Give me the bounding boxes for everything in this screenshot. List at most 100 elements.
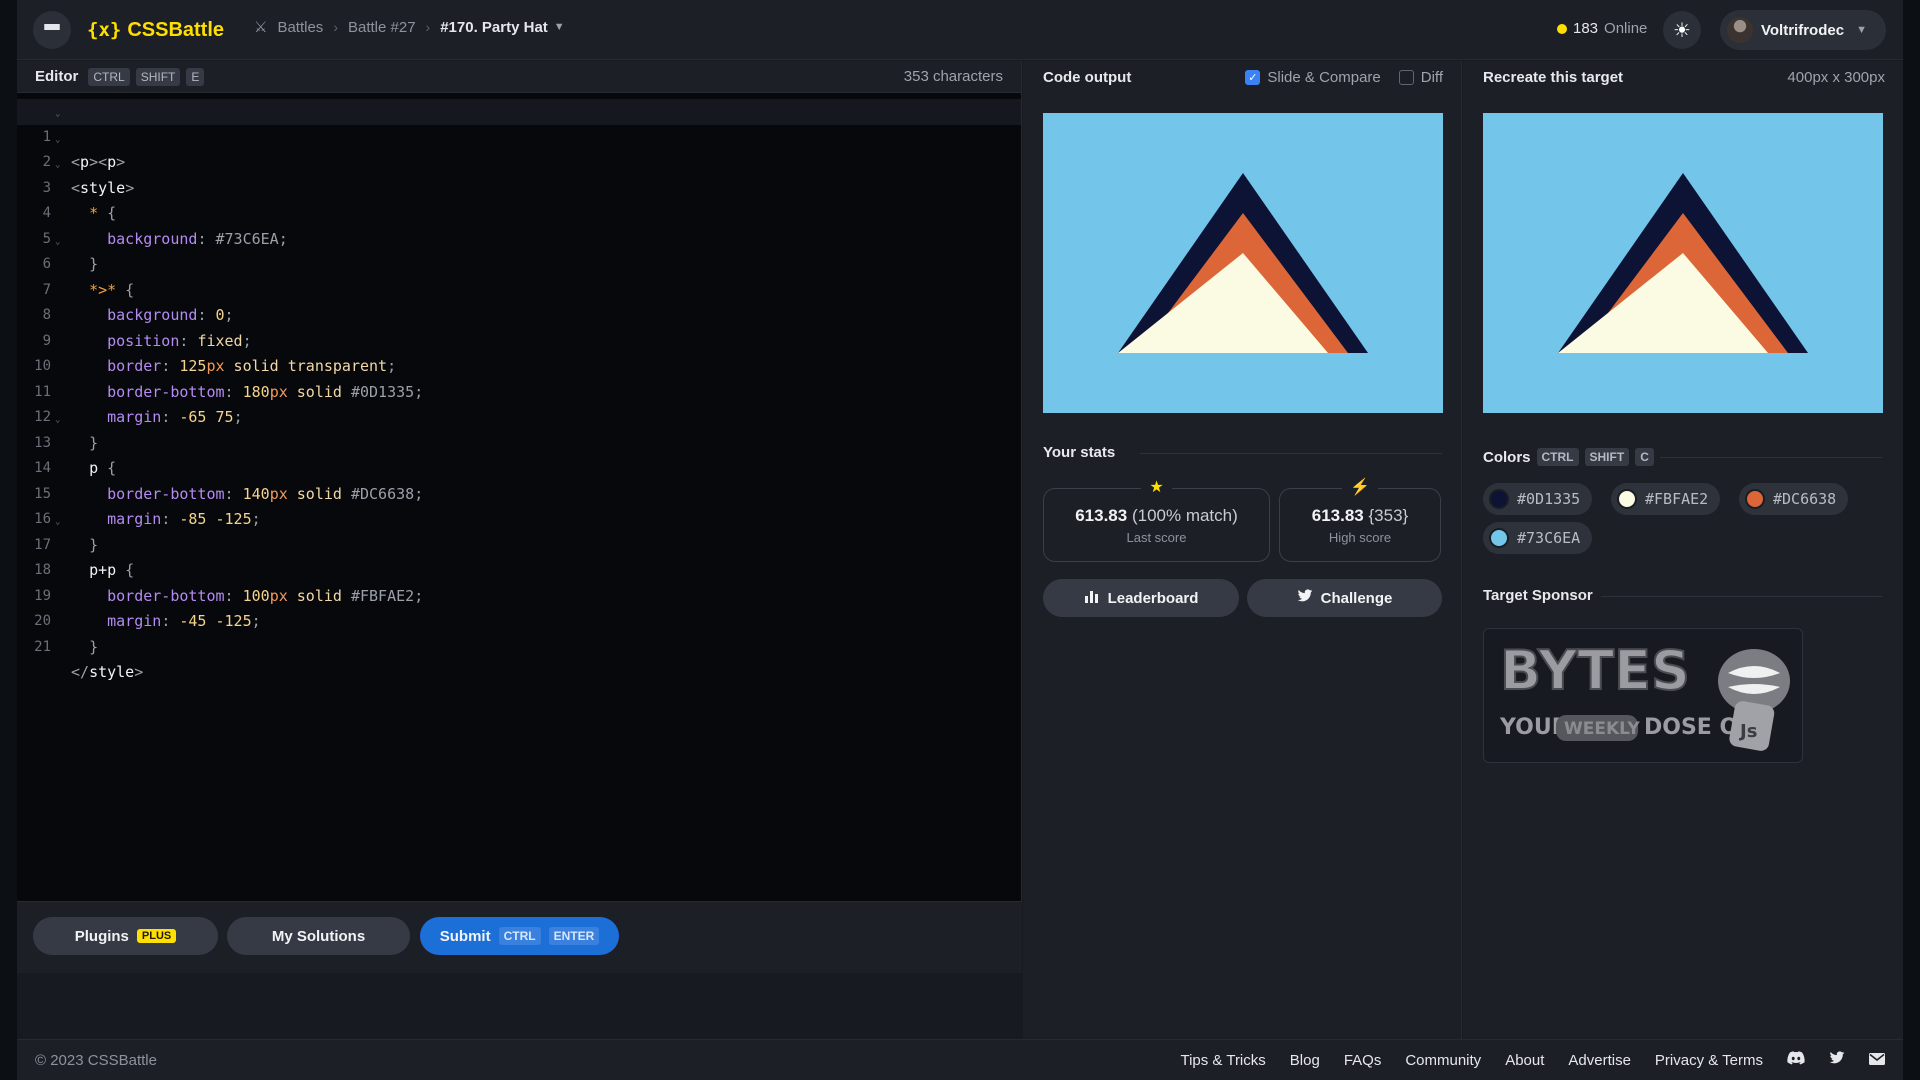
diff-label: Diff — [1420, 68, 1443, 86]
color-swatch-0d1335[interactable]: #0D1335 — [1483, 483, 1593, 515]
color-code: #FBFAE2 — [1645, 490, 1709, 508]
twitter-icon[interactable] — [1829, 1051, 1845, 1069]
avatar — [1727, 17, 1753, 43]
code-line[interactable]: 10 border-bottom: 180px solid #0D1335; — [17, 329, 1021, 401]
code-line[interactable]: 19 margin: -45 -125; — [17, 558, 1021, 631]
high-score-value: 613.83 — [1311, 505, 1364, 525]
hamburger-icon — [44, 24, 60, 36]
code-editor[interactable]: 1 ⌄ <p><p> 2 ⌄ <style> 3 ⌄ * { 4 background… — [17, 93, 1021, 682]
code-line[interactable]: 20 } — [17, 584, 1021, 656]
mail-icon[interactable] — [1869, 1052, 1885, 1069]
breadcrumb-target[interactable]: #170. Party Hat — [440, 19, 548, 36]
slide-compare-toggle[interactable]: ✓ Slide & Compare — [1245, 69, 1381, 86]
color-dot-icon — [1489, 489, 1509, 509]
svg-text:Js: Js — [1738, 721, 1757, 742]
footer-link-faqs[interactable]: FAQs — [1344, 1052, 1382, 1069]
code-line[interactable]: 15 margin: -85 -125; — [17, 456, 1021, 529]
target-size: 400px x 300px — [1787, 68, 1885, 86]
submit-button[interactable]: Submit CTRL ENTER — [420, 917, 619, 955]
code-line[interactable]: 2 ⌄ <style> — [17, 125, 1021, 197]
last-score-match: (100% match) — [1131, 505, 1238, 525]
color-code: #DC6638 — [1773, 490, 1837, 508]
chevron-down-icon[interactable]: ▼ — [554, 21, 565, 33]
swords-icon: ⚔ — [254, 19, 268, 36]
code-output-canvas[interactable] — [1043, 113, 1443, 413]
code-line[interactable]: 12 } — [17, 380, 1021, 452]
submit-label: Submit — [439, 927, 491, 945]
user-menu[interactable]: Voltrifrodec ▼ — [1720, 10, 1886, 50]
color-dot-icon — [1745, 489, 1765, 509]
divider — [1601, 596, 1882, 597]
output-panel: Code output ✓ Slide & Compare Diff Your … — [1023, 61, 1462, 1039]
breadcrumb-battle[interactable]: Battle #27 — [348, 19, 416, 36]
logo[interactable]: {x} CSSBattle — [87, 17, 224, 43]
sun-icon: ☀ — [1673, 19, 1691, 42]
lightning-icon: ⚡ — [1342, 477, 1378, 497]
breadcrumb-battles[interactable]: Battles — [277, 19, 323, 36]
code-line[interactable]: 9 border: 125px solid transparent; — [17, 303, 1021, 376]
copyright: © 2023 CSSBattle — [35, 1052, 157, 1069]
code-line[interactable]: 18 border-bottom: 100px solid #FBFAE2; — [17, 533, 1021, 605]
code-line[interactable]: 13 ⌄ p { — [17, 405, 1021, 477]
code-line[interactable]: 21 </style> — [17, 609, 1021, 682]
colors-heading: Colors CTRL SHIFT C — [1483, 448, 1654, 466]
code-line[interactable]: 8 position: fixed; — [17, 278, 1021, 350]
plugins-label: Plugins — [74, 927, 129, 945]
plugins-button[interactable]: Plugins PLUS — [33, 917, 218, 955]
footer-link-about[interactable]: About — [1505, 1052, 1544, 1069]
footer-link-tips[interactable]: Tips & Tricks — [1180, 1052, 1265, 1069]
bytes-logo: BYTES YOUR WEEKLY DOSE OF Js — [1499, 638, 1790, 751]
colors-title: Colors — [1483, 448, 1531, 466]
your-stats-heading: Your stats — [1043, 444, 1115, 461]
code-line[interactable]: 4 background: #73C6EA; — [17, 176, 1021, 248]
code-line[interactable]: 1 ⌄ <p><p> — [17, 99, 1021, 171]
footer-link-privacy[interactable]: Privacy & Terms — [1655, 1052, 1763, 1069]
leaderboard-button[interactable]: Leaderboard — [1043, 579, 1239, 617]
challenge-button[interactable]: Challenge — [1247, 579, 1442, 617]
online-indicator: 183 Online — [1557, 20, 1647, 37]
footer-link-blog[interactable]: Blog — [1290, 1052, 1320, 1069]
your-stats-title: Your stats — [1043, 444, 1116, 461]
menu-button[interactable] — [33, 11, 71, 49]
target-canvas[interactable] — [1483, 113, 1883, 413]
footer-link-community[interactable]: Community — [1405, 1052, 1481, 1069]
kbd-enter: ENTER — [548, 927, 600, 945]
code-line[interactable]: 17 ⌄ p+p { — [17, 507, 1021, 579]
twitter-icon — [1297, 589, 1313, 607]
target-title: Recreate this target — [1483, 68, 1624, 86]
leaderboard-label: Leaderboard — [1107, 589, 1199, 607]
code-line[interactable]: 11 margin: -65 75; — [17, 354, 1021, 427]
color-dot-icon — [1489, 528, 1509, 548]
sponsor-card[interactable]: BYTES YOUR WEEKLY DOSE OF Js — [1483, 628, 1803, 763]
code-line[interactable]: 3 ⌄ * { — [17, 150, 1021, 222]
discord-icon[interactable] — [1787, 1051, 1805, 1069]
star-icon: ★ — [1141, 477, 1172, 497]
my-solutions-button[interactable]: My Solutions — [227, 917, 410, 955]
editor-title: Editor — [35, 68, 79, 85]
target-header: Recreate this target 400px x 300px — [1463, 61, 1903, 93]
color-swatch-fbfae2[interactable]: #FBFAE2 — [1611, 483, 1721, 515]
bar-chart-icon — [1084, 589, 1100, 607]
code-line[interactable]: 14 border-bottom: 140px solid #DC6638; — [17, 431, 1021, 503]
color-swatch-73c6ea[interactable]: #73C6EA — [1483, 522, 1593, 554]
diff-toggle[interactable]: Diff — [1398, 68, 1443, 86]
my-solutions-label: My Solutions — [271, 927, 366, 945]
theme-toggle-button[interactable]: ☀ — [1663, 11, 1701, 49]
output-header: Code output ✓ Slide & Compare Diff — [1023, 61, 1461, 93]
code-line[interactable]: 6 ⌄ *>* { — [17, 227, 1021, 299]
logo-text: CSSBattle — [127, 18, 225, 41]
code-line[interactable]: 16 } — [17, 482, 1021, 554]
footer-link-advertise[interactable]: Advertise — [1568, 1052, 1631, 1069]
code-line[interactable]: 5 } — [17, 201, 1021, 274]
color-swatch-dc6638[interactable]: #DC6638 — [1739, 483, 1849, 515]
online-count: 183 — [1573, 20, 1599, 37]
high-score-label: High score — [1328, 529, 1392, 545]
divider — [1660, 457, 1882, 458]
sponsor-title: Target Sponsor — [1483, 587, 1593, 604]
color-code: #0D1335 — [1517, 490, 1581, 508]
last-score-value: 613.83 — [1075, 505, 1128, 525]
kbd-ctrl: CTRL — [498, 927, 541, 945]
checkbox-icon[interactable] — [1398, 69, 1414, 85]
checkbox-checked-icon[interactable]: ✓ — [1245, 69, 1261, 85]
code-line[interactable]: 7 background: 0; — [17, 252, 1021, 325]
